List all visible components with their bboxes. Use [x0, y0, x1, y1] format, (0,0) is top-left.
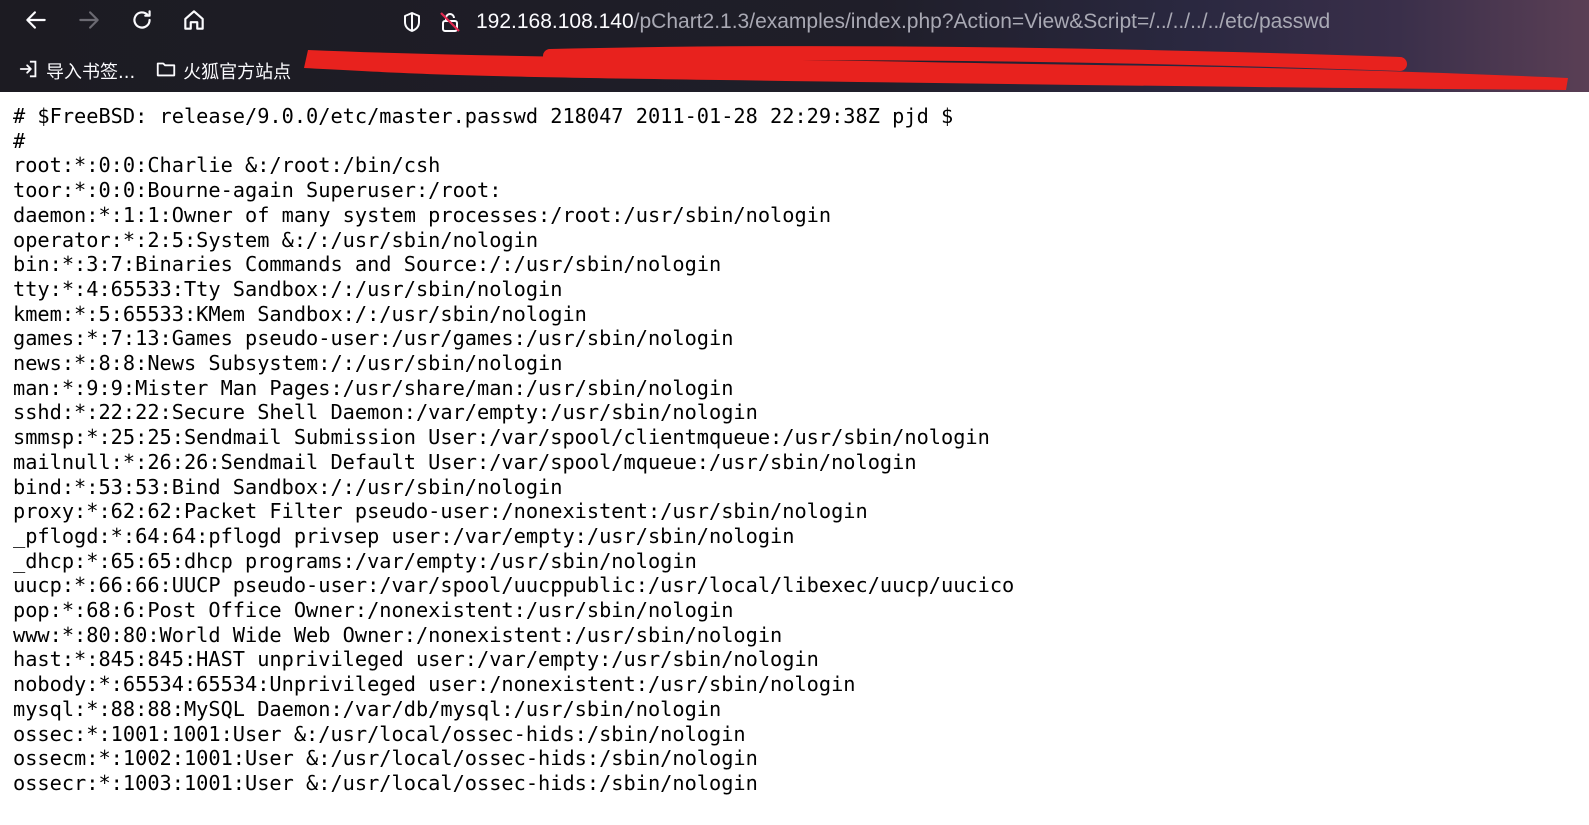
file-line: man:*:9:9:Mister Man Pages:/usr/share/ma…	[13, 375, 734, 400]
file-line: operator:*:2:5:System &:/:/usr/sbin/nolo…	[13, 227, 539, 252]
folder-icon	[155, 58, 183, 85]
bookmarks-toolbar: 导入书签... 火狐官方站点	[0, 52, 1589, 90]
file-line: mysql:*:88:88:MySQL Daemon:/var/db/mysql…	[13, 696, 722, 721]
url-text[interactable]: 192.168.108.140/pChart2.1.3/examples/ind…	[476, 10, 1330, 34]
file-line: #	[13, 128, 26, 153]
home-icon	[181, 7, 207, 37]
bookmark-label: 火狐官方站点	[183, 62, 292, 83]
file-line: kmem:*:5:65533:KMem Sandbox:/:/usr/sbin/…	[13, 301, 587, 326]
insecure-lock-icon[interactable]	[438, 9, 464, 35]
file-line: nobody:*:65534:65534:Unprivileged user:/…	[13, 672, 856, 697]
url-path: /pChart2.1.3/examples/index.php?Action=V…	[633, 10, 1331, 33]
file-line: games:*:7:13:Games pseudo-user:/usr/game…	[13, 326, 734, 351]
bookmark-firefox-official[interactable]: 火狐官方站点	[155, 56, 291, 86]
file-line: # $FreeBSD: release/9.0.0/etc/master.pas…	[13, 104, 954, 128]
file-line: pop:*:68:6:Post Office Owner:/nonexisten…	[13, 598, 734, 623]
home-button[interactable]	[178, 6, 210, 38]
url-host: 192.168.108.140	[476, 10, 634, 33]
back-button[interactable]	[20, 6, 52, 38]
file-line: tty:*:4:65533:Tty Sandbox:/:/usr/sbin/no…	[13, 276, 563, 301]
file-line: uucp:*:66:66:UUCP pseudo-user:/var/spool…	[13, 573, 1015, 598]
file-line: sshd:*:22:22:Secure Shell Daemon:/var/em…	[13, 400, 758, 425]
file-line: _pflogd:*:64:64:pflogd privsep user:/var…	[13, 523, 795, 548]
file-line: ossec:*:1001:1001:User &:/usr/local/osse…	[13, 721, 746, 746]
file-line: ossecm:*:1002:1001:User &:/usr/local/oss…	[13, 746, 758, 771]
import-icon	[18, 58, 46, 85]
reload-button[interactable]	[126, 6, 158, 38]
shield-icon[interactable]	[400, 9, 426, 35]
file-line: mailnull:*:26:26:Sendmail Default User:/…	[13, 449, 917, 474]
file-line: bin:*:3:7:Binaries Commands and Source:/…	[13, 252, 722, 277]
file-line: www:*:80:80:World Wide Web Owner:/nonexi…	[13, 622, 783, 647]
file-line: toor:*:0:0:Bourne-again Superuser:/root:	[13, 178, 502, 203]
address-bar[interactable]: 192.168.108.140/pChart2.1.3/examples/ind…	[400, 3, 1550, 41]
file-line: ossecr:*:1003:1001:User &:/usr/local/oss…	[13, 770, 758, 795]
back-arrow-icon	[23, 7, 49, 37]
file-line: hast:*:845:845:HAST unprivileged user:/v…	[13, 647, 819, 672]
reload-icon	[129, 7, 155, 37]
file-line: daemon:*:1:1:Owner of many system proces…	[13, 202, 832, 227]
forward-arrow-icon	[76, 7, 102, 37]
file-line: bind:*:53:53:Bind Sandbox:/:/usr/sbin/no…	[13, 474, 563, 499]
forward-button[interactable]	[73, 6, 105, 38]
file-line: _dhcp:*:65:65:dhcp programs:/var/empty:/…	[13, 548, 697, 573]
file-line: root:*:0:0:Charlie &:/root:/bin/csh	[13, 153, 441, 178]
bookmark-label: 导入书签...	[46, 62, 136, 83]
passwd-file-content: # $FreeBSD: release/9.0.0/etc/master.pas…	[13, 104, 1014, 796]
file-line: news:*:8:8:News Subsystem:/:/usr/sbin/no…	[13, 351, 563, 376]
file-line: smmsp:*:25:25:Sendmail Submission User:/…	[13, 425, 990, 450]
browser-toolbar: 192.168.108.140/pChart2.1.3/examples/ind…	[0, 0, 1589, 92]
file-line: proxy:*:62:62:Packet Filter pseudo-user:…	[13, 499, 868, 524]
bookmark-import[interactable]: 导入书签...	[18, 56, 135, 86]
